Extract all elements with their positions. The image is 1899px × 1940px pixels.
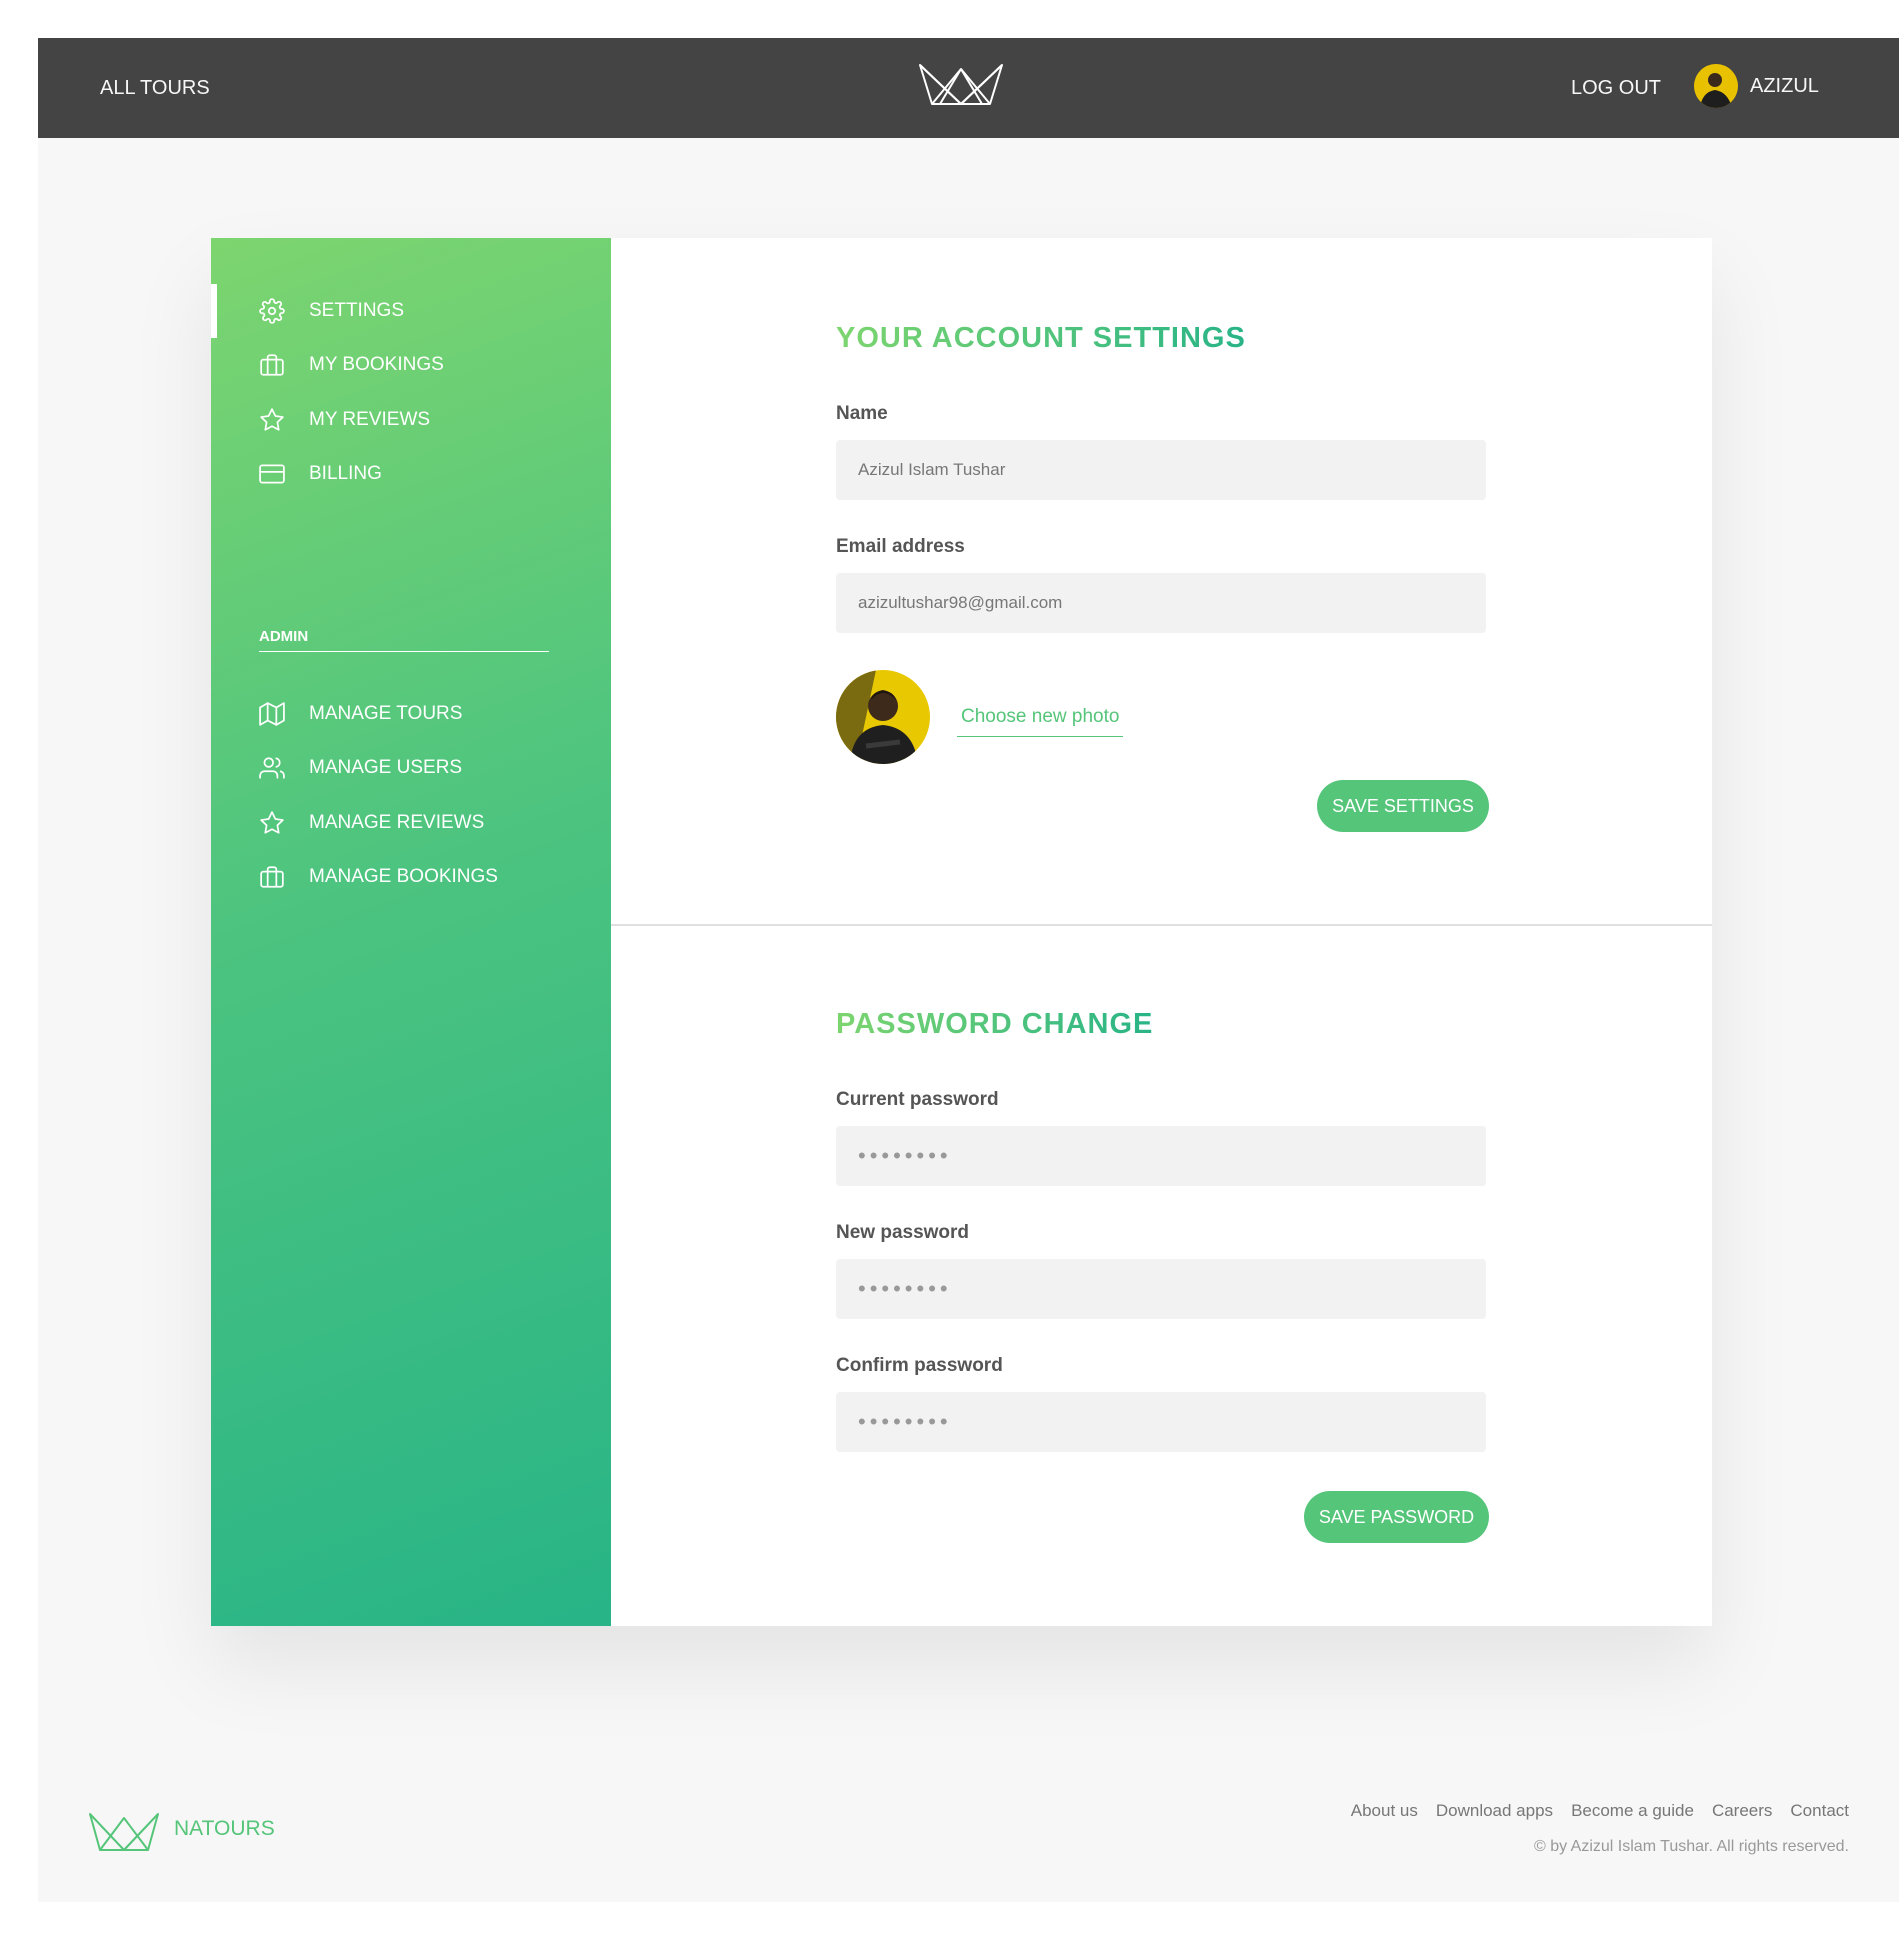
star-icon bbox=[260, 408, 284, 431]
sidebar-item-manage-users[interactable]: Manage users bbox=[211, 741, 611, 795]
sidebar-item-label: Manage bookings bbox=[309, 866, 498, 887]
sidebar-item-label: Manage users bbox=[309, 757, 463, 778]
current-password-input[interactable] bbox=[836, 1126, 1486, 1186]
name-label: Name bbox=[836, 403, 888, 424]
top-navigation: All tours Log out Azizul bbox=[38, 38, 1899, 138]
sidebar-item-label: My bookings bbox=[309, 354, 444, 375]
confirm-password-input[interactable] bbox=[836, 1392, 1486, 1452]
new-password-label: New password bbox=[836, 1222, 970, 1243]
email-label: Email address bbox=[836, 536, 965, 557]
sidebar-item-my-reviews[interactable]: My reviews bbox=[211, 393, 611, 447]
user-avatar bbox=[1694, 64, 1738, 108]
copyright-text: © by Azizul Islam Tushar. All rights res… bbox=[1533, 1838, 1849, 1855]
sidebar-item-label: My reviews bbox=[309, 409, 431, 430]
email-input[interactable] bbox=[836, 573, 1486, 633]
name-input[interactable] bbox=[836, 440, 1486, 500]
section-divider bbox=[611, 924, 1712, 926]
sidebar-item-label: Manage tours bbox=[309, 703, 463, 724]
all-tours-link[interactable]: All tours bbox=[100, 77, 210, 100]
sidebar-item-label: Billing bbox=[309, 463, 382, 484]
logout-link[interactable]: Log out bbox=[1571, 77, 1661, 100]
user-photo bbox=[836, 670, 930, 764]
map-icon bbox=[259, 702, 285, 726]
briefcase-icon bbox=[260, 354, 284, 376]
footer-link-about[interactable]: About us bbox=[1351, 1801, 1418, 1821]
footer-link-become-guide[interactable]: Become a guide bbox=[1571, 1801, 1694, 1821]
sidebar-item-label: Manage reviews bbox=[309, 812, 485, 833]
sidebar-item-manage-tours[interactable]: Manage tours bbox=[211, 687, 611, 741]
sidebar-item-settings[interactable]: Settings bbox=[211, 284, 611, 338]
footer-links: About us Download apps Become a guide Ca… bbox=[1351, 1801, 1849, 1821]
sidebar-item-billing[interactable]: Billing bbox=[211, 447, 611, 501]
star-icon bbox=[260, 811, 284, 834]
natours-logo-icon[interactable] bbox=[918, 61, 1004, 106]
account-card: Settings My bookings My reviews bbox=[211, 238, 1712, 1626]
footer-link-download-apps[interactable]: Download apps bbox=[1436, 1801, 1553, 1821]
credit-card-icon bbox=[259, 464, 285, 484]
sidebar-item-label: Settings bbox=[309, 300, 405, 321]
settings-content: Your account settings Name Email address… bbox=[611, 238, 1712, 1626]
user-menu[interactable]: Azizul bbox=[1694, 64, 1819, 108]
footer-link-contact[interactable]: Contact bbox=[1790, 1801, 1849, 1821]
sidebar-item-my-bookings[interactable]: My bookings bbox=[211, 338, 611, 392]
settings-icon bbox=[259, 298, 285, 324]
admin-heading: Admin bbox=[259, 628, 549, 652]
confirm-password-label: Confirm password bbox=[836, 1355, 1003, 1376]
footer-logo-icon bbox=[89, 1813, 159, 1851]
user-name: Azizul bbox=[1750, 74, 1819, 97]
account-sidebar: Settings My bookings My reviews bbox=[211, 238, 611, 1626]
choose-photo-link[interactable]: Choose new photo bbox=[957, 706, 1124, 737]
page-frame: All tours Log out Azizul bbox=[38, 38, 1899, 1902]
footer-brand: Natours bbox=[174, 1817, 275, 1840]
briefcase-icon bbox=[260, 866, 284, 888]
sidebar-item-manage-bookings[interactable]: Manage bookings bbox=[211, 850, 611, 904]
users-icon bbox=[259, 757, 285, 779]
password-change-title: Password change bbox=[836, 1008, 1154, 1040]
current-password-label: Current password bbox=[836, 1089, 999, 1110]
new-password-input[interactable] bbox=[836, 1259, 1486, 1319]
save-password-button[interactable]: Save password bbox=[1304, 1491, 1489, 1543]
sidebar-item-manage-reviews[interactable]: Manage reviews bbox=[211, 796, 611, 850]
account-settings-title: Your account settings bbox=[836, 322, 1246, 354]
save-settings-button[interactable]: Save settings bbox=[1317, 780, 1489, 832]
footer-link-careers[interactable]: Careers bbox=[1712, 1801, 1772, 1821]
